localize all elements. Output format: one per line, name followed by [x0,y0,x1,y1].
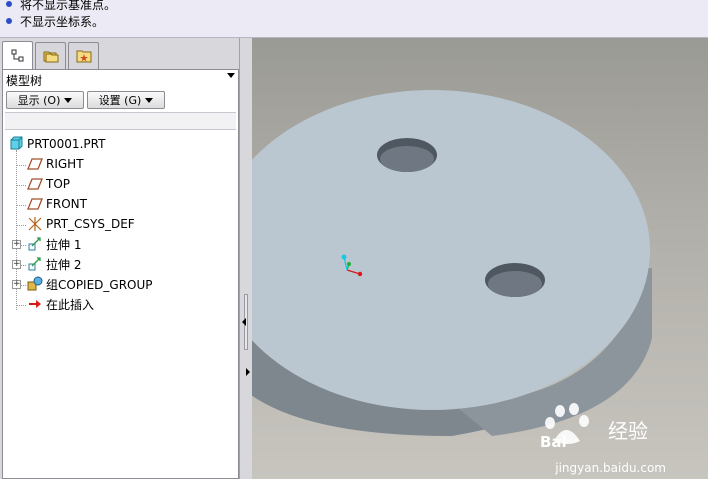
tree-connector [21,265,26,266]
chevron-down-icon [145,97,154,103]
tree-connector [21,285,26,286]
tree-connector [16,185,26,186]
tree-item-copied-group[interactable]: 组COPIED_GROUP [27,274,153,294]
model-tree-panel: 模型树 显示 (O) 设置 (G) PRT0001.PRT RIGHT TOP … [2,69,239,479]
show-button-label: 显示 (O) [17,94,61,107]
panel-splitter[interactable] [239,38,252,479]
message-area: 将不显示基准点。 不显示坐标系。 [0,0,708,38]
tree-item-top[interactable]: TOP [27,174,70,194]
tree-item-extrude-1[interactable]: 拉伸 1 [27,234,81,254]
tree-item-insert-here[interactable]: 在此插入 [27,294,94,314]
tab-folder-browser[interactable] [35,42,66,69]
navigator-panel: 模型树 显示 (O) 设置 (G) PRT0001.PRT RIGHT TOP … [0,38,243,479]
expand-right-icon[interactable] [246,368,250,376]
message-text: 将不显示基准点。 [20,0,117,12]
chevron-down-icon [64,97,73,103]
tree-connector [16,305,26,306]
baidu-paw-logo-icon: Bai [540,403,589,451]
collapse-left-icon[interactable] [242,318,246,326]
tree-connector [16,225,26,226]
expand-icon[interactable]: + [12,240,21,249]
datum-plane-icon [27,156,43,172]
tree-item-label: PRT_CSYS_DEF [46,217,135,231]
settings-button[interactable]: 设置 (G) [87,91,165,109]
panel-title: 模型树 [6,74,43,88]
expand-icon[interactable]: + [12,280,21,289]
tree-connector [16,205,26,206]
tree-item-label: 拉伸 2 [46,257,82,272]
favorites-icon [76,50,91,63]
tree-item-label: 拉伸 1 [46,237,82,252]
tree-item-label: 组COPIED_GROUP [46,277,153,292]
svg-text:Bai: Bai [540,433,567,451]
part-icon [8,136,24,152]
model-tree-icon [11,49,23,62]
show-button[interactable]: 显示 (O) [6,91,84,109]
tree-item-right[interactable]: RIGHT [27,154,84,174]
tab-favorites[interactable] [68,42,99,69]
message-text: 不显示坐标系。 [20,14,105,29]
expand-icon[interactable]: + [12,260,21,269]
message-line: 不显示坐标系。 [6,13,104,29]
hole-inner [380,146,434,172]
tree-root-label: PRT0001.PRT [27,137,106,151]
tree-item-front[interactable]: FRONT [27,194,87,214]
tree-item-label: RIGHT [46,157,84,171]
tree-root[interactable]: PRT0001.PRT [8,134,105,154]
watermark: Bai 经验 [538,401,668,457]
tab-model-tree[interactable] [2,41,33,70]
navigator-tabs [2,41,101,70]
hole-inner [488,271,542,297]
tree-item-extrude-2[interactable]: 拉伸 2 [27,254,81,274]
bullet-icon [6,1,12,7]
extrude-icon [27,256,43,272]
tree-item-label: 在此插入 [46,297,95,312]
insert-here-arrow-icon [27,296,43,312]
tree-item-csys[interactable]: PRT_CSYS_DEF [27,214,135,234]
group-icon [27,276,43,292]
message-line: 将不显示基准点。 [6,0,116,12]
datum-plane-icon [27,176,43,192]
graphics-window[interactable]: Bai 经验 jingyan.baidu.com [252,38,708,479]
bullet-icon [6,18,12,24]
tree-item-label: TOP [46,177,71,191]
watermark-text: 经验 [608,419,648,443]
watermark-url: jingyan.baidu.com [555,461,666,475]
tree-connector [21,245,26,246]
tree-item-label: FRONT [46,197,87,211]
csys-icon [27,216,43,232]
tree-filter-bar[interactable] [5,112,236,130]
folder-icon [43,51,58,63]
extrude-icon [27,236,43,252]
tree-connector [16,165,26,166]
settings-button-label: 设置 (G) [98,94,142,107]
panel-menu-arrow-icon[interactable] [227,73,235,78]
part-top-face [252,90,650,410]
datum-plane-icon [27,196,43,212]
